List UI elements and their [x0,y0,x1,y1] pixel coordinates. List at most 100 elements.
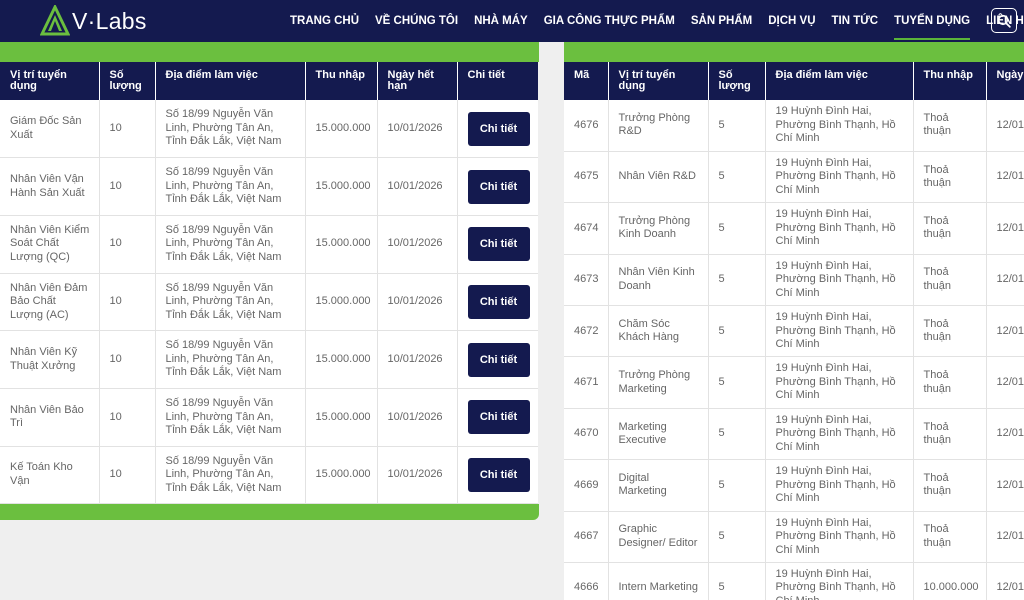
green-band-right [564,42,1024,62]
table-cell: 10 [99,215,156,274]
table-cell: 5 [708,408,766,461]
site-logo[interactable]: V·Labs [40,4,147,38]
search-icon [997,14,1011,28]
table-cell: Thoả thuận [913,100,987,152]
detail-button[interactable]: Chi tiết [467,169,530,204]
table-row: Nhân Viên Bảo Trì 10 Số 18/99 Nguyễn Văn L… [0,388,538,447]
table-row: 4669 Digital Marketing 5 19 Huỳnh Đình Hai,… [564,459,1024,512]
table-row: Giám Đốc Sản Xuất 10 Số 18/99 Nguyễn Văn L… [0,100,538,159]
table-cell: Digital Marketing [608,459,709,512]
detail-button[interactable]: Chi tiết [467,111,530,146]
table-cell: 19 Huỳnh Đình Hai, Phường Bình Thạnh, Hồ… [765,356,914,409]
table-cell-action: Chi tiết [457,388,538,447]
table-cell-action: Chi tiết [457,446,538,504]
table-cell: 10 [99,388,156,447]
table-row: 4667 Graphic Designer/ Editor 5 19 Huỳnh Đì… [564,511,1024,564]
right-col-header-4: Thu nhập [913,62,987,100]
search-button[interactable] [991,8,1017,33]
nav-item-6[interactable]: TIN TỨC [832,0,879,42]
table-cell: Nhân Viên Kinh Doanh [608,254,709,307]
nav-item-0[interactable]: TRANG CHỦ [290,0,359,42]
table-cell: 10 [99,100,156,159]
table-cell-action: Chi tiết [457,157,538,216]
detail-button[interactable]: Chi tiết [467,284,530,319]
table-cell: 5 [708,100,766,152]
table-cell: 5 [708,356,766,409]
table-cell: 12/01/ [986,562,1024,600]
table-cell: Nhân Viên Kiểm Soát Chất Lượng (QC) [0,215,100,274]
table-cell: 15.000.000 [305,446,378,504]
nav-item-4[interactable]: SẢN PHẨM [691,0,752,42]
table-cell-action: Chi tiết [457,215,538,274]
table-cell-action: Chi tiết [457,330,538,389]
nav-item-7[interactable]: TUYỂN DỤNG [894,0,971,42]
table-cell: Số 18/99 Nguyễn Văn Linh, Phường Tân An,… [155,446,306,504]
table-cell: 19 Huỳnh Đình Hai, Phường Bình Thạnh, Hồ… [765,100,914,152]
table-cell: Thoả thuận [913,305,987,358]
table-cell: 10/01/2026 [377,273,458,332]
table-cell: Nhân Viên R&D [608,151,709,204]
table-cell: 5 [708,202,766,255]
table-cell: 19 Huỳnh Đình Hai, Phường Bình Thạnh, Hồ… [765,305,914,358]
table-cell: 5 [708,305,766,358]
detail-button[interactable]: Chi tiết [467,227,530,262]
table-cell: Nhân Viên Bảo Trì [0,388,100,447]
table-row: 4674 Trưởng Phòng Kinh Doanh 5 19 Huỳnh Đìn… [564,202,1024,255]
vlabs-logo-icon [40,5,70,36]
detail-button[interactable]: Chi tiết [467,457,530,492]
table-cell: 19 Huỳnh Đình Hai, Phường Bình Thạnh, Hồ… [765,459,914,512]
table-cell: 19 Huỳnh Đình Hai, Phường Bình Thạnh, Hồ… [765,511,914,564]
table-row: 4672 Chăm Sóc Khách Hàng 5 19 Huỳnh Đình Ha… [564,305,1024,358]
table-cell: 4669 [564,459,609,512]
table-cell: Giám Đốc Sản Xuất [0,100,100,159]
table-cell: 5 [708,459,766,512]
site-header: V·Labs TRANG CHỦ VỀ CHÚNG TÔI NHÀ MÁY GIA C… [0,0,1024,42]
table-cell: Trưởng Phòng R&D [608,100,709,152]
table-cell: 10 [99,446,156,504]
table-cell: Thoả thuận [913,511,987,564]
table-cell: 19 Huỳnh Đình Hai, Phường Bình Thạnh, Hồ… [765,202,914,255]
table-cell: 15.000.000 [305,388,378,447]
table-cell: 12/01/ [986,254,1024,307]
table-cell: 10/01/2026 [377,330,458,389]
left-jobs-table: Vị trí tuyển dụng Số lượng Địa điểm làm vi… [0,62,538,504]
table-cell: 5 [708,511,766,564]
detail-button[interactable]: Chi tiết [467,400,530,435]
detail-button[interactable]: Chi tiết [467,342,530,377]
right-col-header-2: Số lượng [708,62,766,100]
table-cell: 12/01/ [986,356,1024,409]
nav-item-2[interactable]: NHÀ MÁY [474,0,528,42]
table-cell: Nhân Viên Vận Hành Sản Xuất [0,157,100,216]
table-cell: 15.000.000 [305,157,378,216]
table-cell: Thoả thuận [913,459,987,512]
nav-item-1[interactable]: VỀ CHÚNG TÔI [375,0,458,42]
table-cell: 10/01/2026 [377,388,458,447]
table-cell: 12/01/ [986,459,1024,512]
table-cell: 10/01/2026 [377,100,458,159]
table-cell: 4675 [564,151,609,204]
right-jobs-table: Mã Vị trí tuyển dụng Số lượng Địa điểm làm … [564,62,1024,600]
nav-item-3[interactable]: GIA CÔNG THỰC PHẨM [544,0,675,42]
nav-item-5[interactable]: DỊCH VỤ [768,0,815,42]
table-cell: 5 [708,151,766,204]
table-cell: Trưởng Phòng Marketing [608,356,709,409]
table-cell: 15.000.000 [305,273,378,332]
table-cell: 12/01/ [986,202,1024,255]
table-cell: Kế Toán Kho Vận [0,446,100,504]
table-cell: Số 18/99 Nguyễn Văn Linh, Phường Tân An,… [155,330,306,389]
left-jobs-table-container: Vị trí tuyển dụng Số lượng Địa điểm làm vi… [0,62,538,504]
table-cell: Trưởng Phòng Kinh Doanh [608,202,709,255]
table-cell: 15.000.000 [305,330,378,389]
table-cell: Số 18/99 Nguyễn Văn Linh, Phường Tân An,… [155,100,306,159]
brand-name: V·Labs [72,7,147,34]
table-row: Nhân Viên Vận Hành Sản Xuất 10 Số 18/99 Ng… [0,157,538,216]
left-col-header-0: Vị trí tuyển dụng [0,62,100,100]
left-col-header-3: Thu nhập [305,62,378,100]
table-cell: 12/01/ [986,100,1024,152]
table-row: Nhân Viên Kiểm Soát Chất Lượng (QC) 10 Số … [0,215,538,274]
left-col-header-2: Địa điểm làm việc [155,62,306,100]
table-cell: 19 Huỳnh Đình Hai, Phường Bình Thạnh, Hồ… [765,562,914,600]
table-cell: 4667 [564,511,609,564]
table-cell: Nhân Viên Đảm Bảo Chất Lượng (AC) [0,273,100,332]
table-cell: Số 18/99 Nguyễn Văn Linh, Phường Tân An,… [155,388,306,447]
